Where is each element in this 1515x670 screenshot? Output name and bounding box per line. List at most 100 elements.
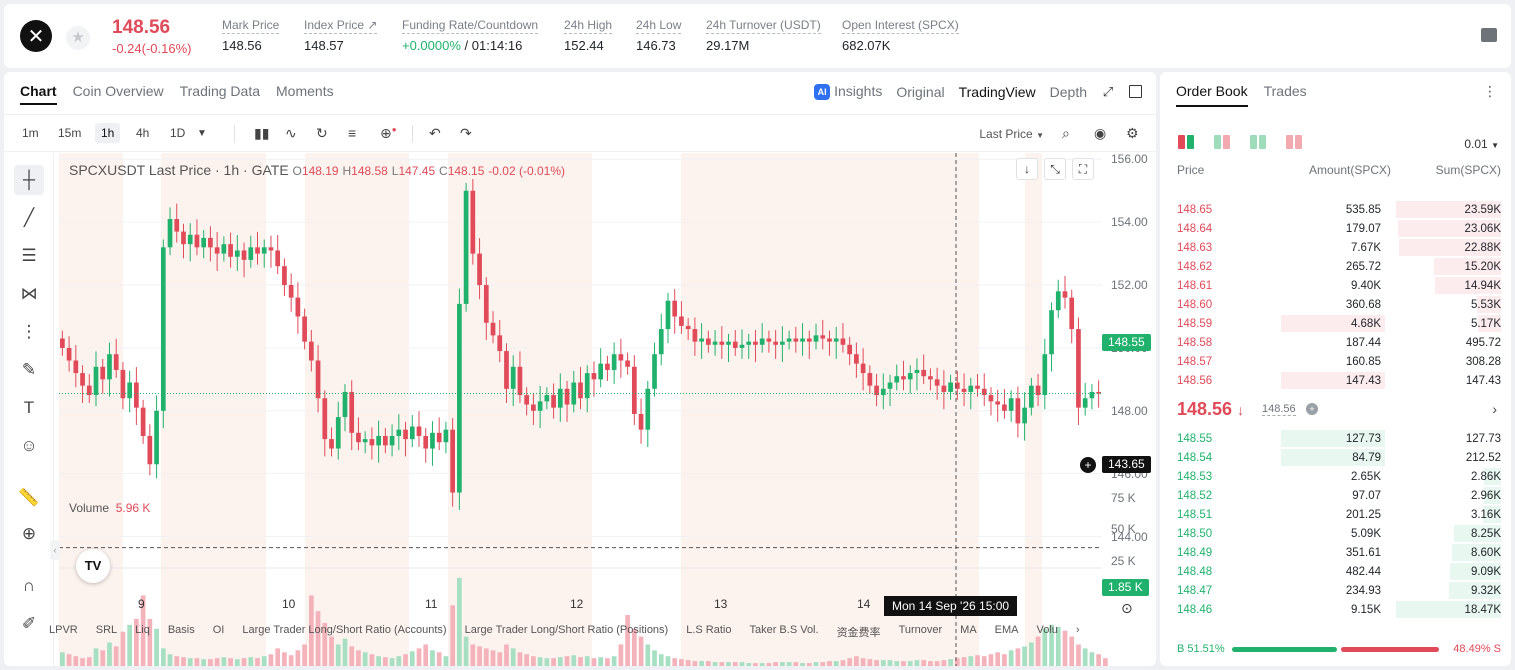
indicator-ema[interactable]: EMA [995, 624, 1019, 640]
tab-insights[interactable]: AI Insights [814, 83, 882, 101]
indicator-lpvr[interactable]: LPVR [49, 624, 78, 640]
bid-row[interactable]: 148.47 234.93 9.32K [1160, 581, 1511, 600]
maximize-icon[interactable]: ⛶ [1072, 158, 1094, 180]
pencil-lock-icon[interactable]: ✐ [14, 609, 44, 639]
replay-icon[interactable]: ↻ [316, 125, 328, 142]
bid-row[interactable]: 148.51 201.25 3.16K [1160, 505, 1511, 524]
bid-row[interactable]: 148.54 84.79 212.52 [1160, 448, 1511, 467]
bid-row[interactable]: 148.55 127.73 127.73 [1160, 429, 1511, 448]
add-alert-icon[interactable]: + [1080, 457, 1096, 473]
ruler-icon[interactable]: 📏 [14, 483, 44, 513]
tab-trades[interactable]: Trades [1264, 83, 1307, 107]
pattern-icon[interactable]: ⋈ [14, 279, 44, 309]
price-source-select[interactable]: Last Price ▼ [979, 127, 1044, 141]
projection-icon[interactable]: ⋮ [14, 317, 44, 347]
emoji-icon[interactable]: ☺ [14, 431, 44, 461]
ask-row[interactable]: 148.61 9.40K 14.94K [1160, 276, 1511, 295]
magnet-icon[interactable]: ∩ [14, 571, 44, 601]
trendline-icon[interactable]: ╱ [14, 203, 44, 233]
templates-icon[interactable]: ≡ [348, 125, 356, 141]
indicator-large-trader-positions[interactable]: Large Trader Long/Short Ratio (Positions… [465, 624, 669, 640]
indicator-turnover[interactable]: Turnover [899, 624, 943, 640]
volume-bar [430, 650, 435, 666]
candle-type-icon[interactable]: ▮▮ [254, 125, 269, 142]
bid-row[interactable]: 148.50 5.09K 8.25K [1160, 524, 1511, 543]
indicator-volume[interactable]: Volu [1037, 624, 1058, 640]
zoom-in-icon[interactable]: ⊕ [14, 519, 44, 549]
view-asks-icon[interactable] [1286, 135, 1302, 149]
search-icon[interactable]: ⌕ [1062, 125, 1070, 142]
tradingview-logo-icon[interactable]: TV [76, 549, 110, 583]
ask-row[interactable]: 148.56 147.43 147.43 [1160, 371, 1511, 390]
indicator-ma[interactable]: MA [960, 624, 977, 640]
interval-15m[interactable]: 15m [52, 123, 87, 143]
tab-order-book[interactable]: Order Book [1176, 83, 1248, 107]
indicator-funding-rate[interactable]: 资金费率 [837, 624, 881, 640]
ask-row[interactable]: 148.60 360.68 5.53K [1160, 295, 1511, 314]
ask-row[interactable]: 148.58 187.44 495.72 [1160, 333, 1511, 352]
view-bids-icon[interactable] [1250, 135, 1266, 149]
chevron-right-icon[interactable]: › [1492, 401, 1497, 417]
add-indicator-icon[interactable]: ⊕● [380, 125, 397, 142]
more-options-icon[interactable]: ⋮ [1483, 83, 1497, 100]
ask-row[interactable]: 148.62 265.72 15.20K [1160, 257, 1511, 276]
scroll-down-icon[interactable]: ↓ [1016, 158, 1038, 180]
interval-1h[interactable]: 1h [95, 123, 121, 143]
bid-row[interactable]: 148.48 482.44 9.09K [1160, 562, 1511, 581]
tab-depth[interactable]: Depth [1050, 84, 1087, 100]
chart-settings-icon[interactable]: ⊙ [1121, 600, 1133, 617]
chevron-right-icon[interactable]: › [1076, 624, 1080, 640]
crosshair-icon[interactable]: ┼ [14, 165, 44, 195]
chevron-left-icon[interactable]: ‹ [50, 540, 60, 560]
favorite-star-icon[interactable]: ★ [66, 26, 90, 50]
bid-row[interactable]: 148.46 9.15K 18.47K [1160, 600, 1511, 619]
view-both-alt-icon[interactable] [1214, 135, 1230, 149]
price-chart[interactable] [59, 153, 1156, 666]
tab-chart[interactable]: Chart [20, 83, 57, 105]
gear-icon[interactable]: ⚙ [1126, 125, 1139, 142]
indicator-ls-ratio[interactable]: L.S Ratio [686, 624, 731, 640]
stat-label: 24h Low [636, 18, 682, 34]
ask-row[interactable]: 148.59 4.68K 5.17K [1160, 314, 1511, 333]
shield-icon[interactable]: + [1306, 403, 1318, 415]
tab-trading-data[interactable]: Trading Data [180, 83, 260, 105]
tab-coin-overview[interactable]: Coin Overview [73, 83, 164, 105]
indicator-srl[interactable]: SRL [96, 624, 117, 640]
ask-row[interactable]: 148.65 535.85 23.59K [1160, 200, 1511, 219]
book-icon[interactable] [1481, 28, 1497, 42]
indicators-icon[interactable]: ∿ [285, 125, 297, 142]
stat-open-interest[interactable]: Open Interest (SPCX) 682.07K [842, 18, 959, 53]
indicator-taker-bs-vol[interactable]: Taker B.S Vol. [749, 624, 818, 640]
camera-icon[interactable]: ◉ [1094, 125, 1106, 142]
tab-original[interactable]: Original [896, 84, 944, 100]
undo-icon[interactable]: ↶ [429, 125, 441, 142]
stat-funding-rate[interactable]: Funding Rate/Countdown +0.0000% / 01:14:1… [402, 18, 539, 53]
stat-index-price[interactable]: Index Price ↗ 148.57 [304, 18, 378, 53]
interval-1d[interactable]: 1D [164, 123, 191, 143]
stat-mark-price[interactable]: Mark Price 148.56 [222, 18, 280, 53]
indicator-oi[interactable]: OI [213, 624, 225, 640]
tab-tradingview[interactable]: TradingView [959, 84, 1036, 100]
interval-4h[interactable]: 4h [130, 123, 155, 143]
ask-row[interactable]: 148.57 160.85 308.28 [1160, 352, 1511, 371]
ask-row[interactable]: 148.63 7.67K 22.88K [1160, 238, 1511, 257]
expand-icon[interactable]: ⤢ [1101, 84, 1115, 99]
bid-row[interactable]: 148.49 351.61 8.60K [1160, 543, 1511, 562]
indicator-large-trader-accounts[interactable]: Large Trader Long/Short Ratio (Accounts) [242, 624, 446, 640]
bid-row[interactable]: 148.53 2.65K 2.86K [1160, 467, 1511, 486]
window-icon[interactable] [1129, 85, 1142, 99]
brush-icon[interactable]: ✎ [14, 355, 44, 385]
bid-row[interactable]: 148.52 97.07 2.96K [1160, 486, 1511, 505]
view-both-icon[interactable] [1178, 135, 1194, 149]
precision-select[interactable]: 0.01 ▼ [1464, 137, 1499, 151]
chevron-down-icon[interactable]: ▼ [197, 128, 207, 139]
fib-lines-icon[interactable]: ☰ [14, 241, 44, 271]
tab-moments[interactable]: Moments [276, 83, 334, 105]
text-tool-icon[interactable]: T [14, 393, 44, 423]
redo-icon[interactable]: ↷ [460, 125, 472, 142]
collapse-icon[interactable]: ⤡ [1044, 158, 1066, 180]
indicator-liq[interactable]: Liq [135, 624, 150, 640]
indicator-basis[interactable]: Basis [168, 624, 195, 640]
ask-row[interactable]: 148.64 179.07 23.06K [1160, 219, 1511, 238]
interval-1m[interactable]: 1m [16, 123, 45, 143]
